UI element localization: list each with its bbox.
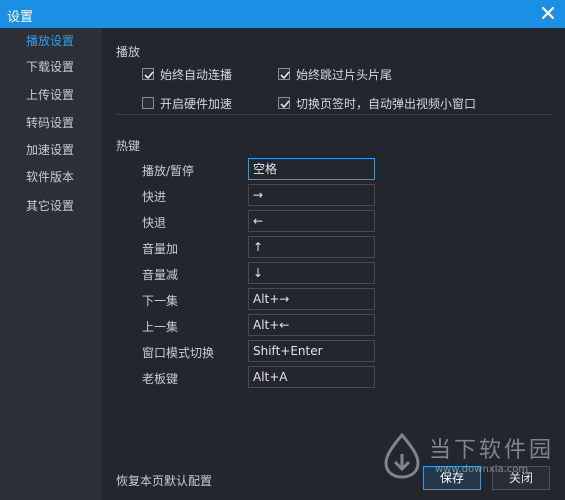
hotkey-label-play-pause: 播放/暂停 — [142, 164, 195, 178]
settings-panel: 播放 始终自动连播 始终跳过片头片尾 开启硬件加速 切换页签时，自动弹出视频小窗… — [102, 28, 565, 500]
checkbox-hardware-acceleration[interactable]: 开启硬件加速 — [142, 95, 232, 111]
playback-section-title: 播放 — [116, 45, 141, 59]
hotkey-label-next-episode: 下一集 — [142, 294, 179, 308]
section-divider — [116, 114, 552, 115]
sidebar-item-other[interactable]: 其它设置 — [0, 193, 102, 219]
checkbox-label: 始终自动连播 — [160, 67, 233, 82]
footer: 恢复本页默认配置 保存 关闭 — [102, 466, 565, 500]
close-icon[interactable] — [539, 4, 557, 22]
checkbox-box[interactable] — [142, 68, 154, 80]
checkbox-label: 始终跳过片头片尾 — [296, 67, 393, 82]
hotkey-label-rewind: 快退 — [142, 216, 167, 230]
window-title: 设置 — [7, 10, 34, 25]
hotkey-label-window-mode: 窗口模式切换 — [142, 346, 215, 360]
save-button[interactable]: 保存 — [423, 466, 481, 490]
hotkey-label-volume-down: 音量减 — [142, 268, 179, 282]
close-button[interactable]: 关闭 — [492, 466, 550, 490]
checkbox-label: 切换页签时，自动弹出视频小窗口 — [296, 96, 477, 111]
hotkey-input-play-pause[interactable]: 空格 — [248, 158, 375, 180]
restore-defaults-link[interactable]: 恢复本页默认配置 — [116, 472, 212, 489]
checkbox-box[interactable] — [278, 68, 290, 80]
title-bar: 设置 — [0, 0, 565, 28]
sidebar-item-transcode[interactable]: 转码设置 — [0, 110, 102, 136]
hotkey-input-fast-forward[interactable]: → — [248, 184, 375, 206]
hotkey-input-volume-up[interactable]: ↑ — [248, 236, 375, 258]
hotkey-label-prev-episode: 上一集 — [142, 320, 179, 334]
hotkey-input-next-episode[interactable]: Alt+→ — [248, 288, 375, 310]
sidebar-item-download[interactable]: 下载设置 — [0, 54, 102, 80]
hotkey-input-window-mode[interactable]: Shift+Enter — [248, 340, 375, 362]
hotkey-input-volume-down[interactable]: ↓ — [248, 262, 375, 284]
checkbox-box[interactable] — [142, 97, 154, 109]
sidebar-item-playback[interactable]: 播放设置 — [0, 28, 102, 54]
checkbox-auto-continue[interactable]: 始终自动连播 — [142, 66, 232, 82]
checkbox-auto-mini-window[interactable]: 切换页签时，自动弹出视频小窗口 — [278, 95, 476, 111]
sidebar: 播放设置 下载设置 上传设置 转码设置 加速设置 软件版本 其它设置 — [0, 28, 102, 500]
checkbox-label: 开启硬件加速 — [160, 96, 233, 111]
hotkey-input-rewind[interactable]: ← — [248, 210, 375, 232]
sidebar-item-upload[interactable]: 上传设置 — [0, 82, 102, 108]
sidebar-item-acceleration[interactable]: 加速设置 — [0, 137, 102, 163]
sidebar-item-version[interactable]: 软件版本 — [0, 164, 102, 190]
hotkey-label-volume-up: 音量加 — [142, 242, 179, 256]
checkbox-skip-intro-outro[interactable]: 始终跳过片头片尾 — [278, 66, 392, 82]
hotkey-input-prev-episode[interactable]: Alt+← — [248, 314, 375, 336]
hotkey-input-boss-key[interactable]: Alt+A — [248, 366, 375, 388]
hotkey-label-fast-forward: 快进 — [142, 190, 167, 204]
hotkeys-section-title: 热键 — [116, 139, 141, 153]
hotkey-label-boss-key: 老板键 — [142, 372, 179, 386]
checkbox-box[interactable] — [278, 97, 290, 109]
